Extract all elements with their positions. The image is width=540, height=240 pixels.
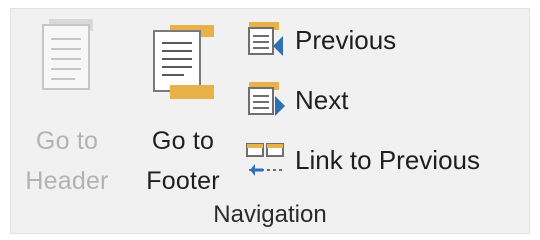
link-to-previous-icon [243, 140, 289, 180]
page-with-footer-band-icon [148, 19, 218, 106]
navigation-ribbon-group: Go to Header Go to Footer Previous Next … [10, 8, 530, 234]
previous-label: Previous [295, 24, 397, 55]
next-section-button[interactable]: Next [243, 75, 525, 125]
previous-section-icon [243, 20, 289, 60]
next-section-icon [243, 80, 289, 120]
group-label: Navigation [213, 201, 327, 228]
go-to-header-label: Go to Header [25, 127, 109, 195]
page-with-header-band-icon [35, 19, 99, 102]
link-to-previous-label: Link to Previous [295, 144, 480, 175]
link-to-previous-button[interactable]: Link to Previous [243, 135, 525, 185]
go-to-footer-button[interactable]: Go to Footer [133, 13, 233, 203]
go-to-footer-label: Go to Footer [146, 127, 220, 195]
next-label: Next [295, 84, 349, 115]
go-to-header-button[interactable]: Go to Header [17, 13, 117, 203]
previous-section-button[interactable]: Previous [243, 15, 525, 65]
